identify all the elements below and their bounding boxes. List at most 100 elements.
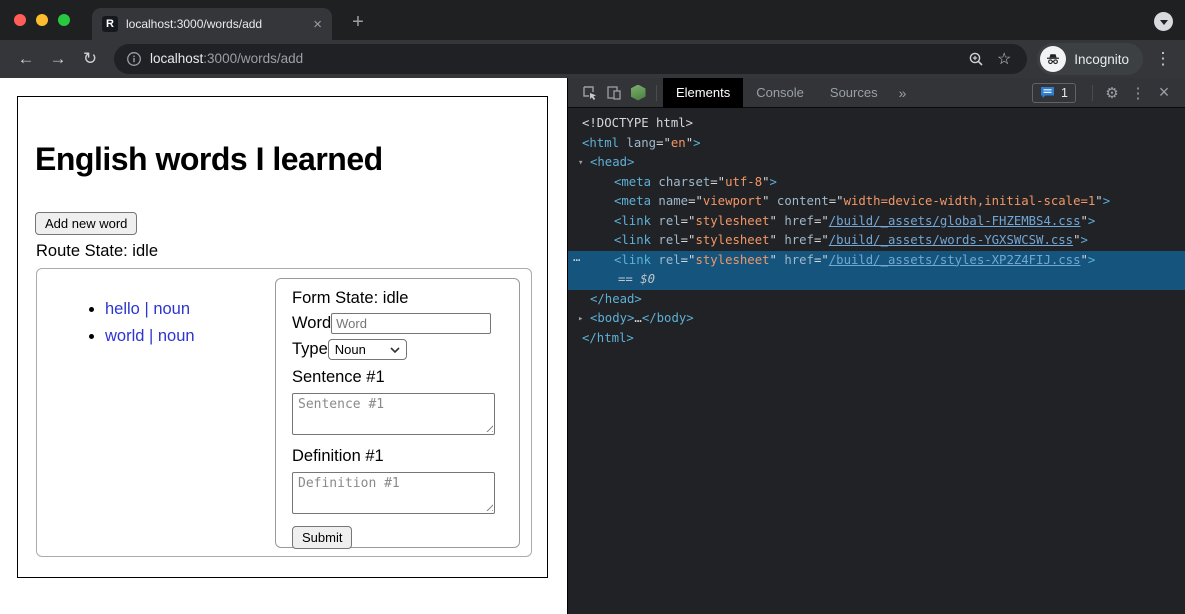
new-tab-button[interactable]: + [344, 8, 372, 36]
page-viewport: English words I learned Add new word Rou… [0, 78, 567, 614]
dom-tree-line[interactable]: <link rel="stylesheet" href="/build/_ass… [568, 231, 1185, 251]
code-token: href [777, 233, 814, 247]
bookmark-star-icon[interactable]: ☆ [993, 43, 1015, 75]
dom-tree-line[interactable]: == $0 [568, 270, 1185, 290]
sentence-label: Sentence #1 [292, 368, 503, 387]
dom-tree-line[interactable]: <!DOCTYPE html> [568, 114, 1185, 134]
tab-title: localhost:3000/words/add [126, 17, 305, 31]
definition-textarea[interactable] [292, 472, 495, 514]
extension-hexagon-icon[interactable] [626, 78, 650, 108]
code-token: <link [614, 214, 651, 228]
word-input[interactable] [331, 313, 491, 334]
incognito-badge: Incognito [1037, 43, 1143, 75]
url-host: localhost [150, 51, 203, 66]
dom-tree-line[interactable]: <link rel="stylesheet" href="/build/_ass… [568, 212, 1185, 232]
browser-menu-icon[interactable]: ⋮ [1151, 49, 1175, 69]
chevron-down-icon [1160, 20, 1168, 25]
code-token: <body> [590, 311, 634, 325]
sentence-textarea[interactable] [292, 393, 495, 435]
code-token: =" [656, 136, 671, 150]
code-token: =" [814, 233, 829, 247]
code-token: <!DOCTYPE html> [582, 116, 693, 130]
code-token: > [1088, 214, 1095, 228]
select-chevron-icon [390, 347, 400, 353]
code-token: <html [582, 136, 619, 150]
code-token: <link [614, 253, 651, 267]
devtools-settings-icon[interactable]: ⚙ [1099, 84, 1125, 102]
expand-arrow-icon[interactable]: ▸ [578, 310, 590, 330]
code-token: name [651, 194, 688, 208]
window-maximize-button[interactable] [58, 14, 70, 26]
tab-elements[interactable]: Elements [663, 78, 743, 108]
issues-badge[interactable]: 1 [1032, 83, 1076, 103]
word-link[interactable]: world | noun [105, 327, 195, 345]
inspect-element-icon[interactable] [578, 78, 602, 108]
type-select[interactable]: Noun [328, 339, 407, 360]
code-token: =" [814, 214, 829, 228]
devtools-panel: Elements Console Sources » 1 ⚙ ⋮ × <!DOC… [567, 78, 1185, 614]
devtools-close-icon[interactable]: × [1151, 82, 1177, 103]
incognito-icon [1040, 46, 1066, 72]
reload-button[interactable]: ↻ [74, 43, 106, 75]
code-token: content [770, 194, 829, 208]
node-options-dots-icon[interactable]: ⋯ [573, 251, 579, 271]
forward-button[interactable]: → [42, 43, 74, 75]
dom-tree-line[interactable]: ▸<body>…</body> [568, 309, 1185, 329]
tab-sources[interactable]: Sources [817, 78, 891, 108]
code-token: > [1103, 194, 1110, 208]
issues-bubble-icon [1040, 86, 1055, 99]
window-close-button[interactable] [14, 14, 26, 26]
word-link[interactable]: hello | noun [105, 300, 190, 318]
words-panel: hello | noun world | noun Form State: idl… [36, 268, 532, 557]
code-token: == $0 [618, 272, 655, 286]
code-token: =" [681, 233, 696, 247]
toolbar-divider [656, 85, 657, 101]
add-new-word-button[interactable]: Add new word [35, 212, 137, 235]
dom-tree-line[interactable]: <html lang="en"> [568, 134, 1185, 154]
code-token: =" [688, 194, 703, 208]
tab-console[interactable]: Console [743, 78, 817, 108]
code-token: > [1088, 253, 1095, 267]
add-word-form: Form State: idle Word Type Noun Sentence… [275, 278, 520, 548]
code-token: =" [681, 214, 696, 228]
dom-tree-line[interactable]: </head> [568, 290, 1185, 310]
url-path: :3000/words/add [203, 51, 303, 66]
devtools-menu-icon[interactable]: ⋮ [1125, 84, 1151, 102]
more-tabs-icon[interactable]: » [891, 85, 915, 101]
code-token: … [634, 311, 641, 325]
code-token: viewport [703, 194, 762, 208]
device-toolbar-icon[interactable] [602, 78, 626, 108]
code-token: /build/_assets/global-FHZEMBS4.css [829, 214, 1081, 228]
dom-tree-line[interactable]: <meta name="viewport" content="width=dev… [568, 192, 1185, 212]
code-token: utf-8 [725, 175, 762, 189]
tab-close-icon[interactable]: × [313, 17, 322, 32]
submit-button[interactable]: Submit [292, 526, 352, 549]
word-label: Word [292, 314, 331, 333]
code-token: href [777, 253, 814, 267]
code-token: > [770, 175, 777, 189]
code-token: /build/_assets/styles-XP2Z4FIJ.css [829, 253, 1081, 267]
dom-tree-line[interactable]: ▾<head> [568, 153, 1185, 173]
code-token: <meta [614, 194, 651, 208]
tab-search-button[interactable] [1154, 12, 1173, 31]
address-bar[interactable]: localhost:3000/words/add ☆ [114, 44, 1027, 74]
tab-strip: R localhost:3000/words/add × + [0, 0, 1185, 40]
dom-tree-line[interactable]: <meta charset="utf-8"> [568, 173, 1185, 193]
window-minimize-button[interactable] [36, 14, 48, 26]
page-info-icon[interactable] [126, 51, 142, 67]
code-token: rel [651, 233, 681, 247]
browser-tab[interactable]: R localhost:3000/words/add × [92, 8, 332, 40]
dom-tree: <!DOCTYPE html><html lang="en">▾<head><m… [568, 108, 1185, 348]
collapse-arrow-icon[interactable]: ▾ [578, 154, 590, 174]
code-token: =" [829, 194, 844, 208]
code-token: =" [710, 175, 725, 189]
code-token: /build/_assets/words-YGXSWCSW.css [829, 233, 1073, 247]
zoom-icon[interactable] [968, 51, 985, 68]
dom-tree-line[interactable]: </html> [568, 329, 1185, 349]
definition-label: Definition #1 [292, 447, 503, 466]
back-button[interactable]: ← [10, 43, 42, 75]
code-token: " [770, 233, 777, 247]
dom-tree-line[interactable]: ⋯<link rel="stylesheet" href="/build/_as… [568, 251, 1185, 271]
code-token: stylesheet [695, 214, 769, 228]
code-token: " [1080, 214, 1087, 228]
